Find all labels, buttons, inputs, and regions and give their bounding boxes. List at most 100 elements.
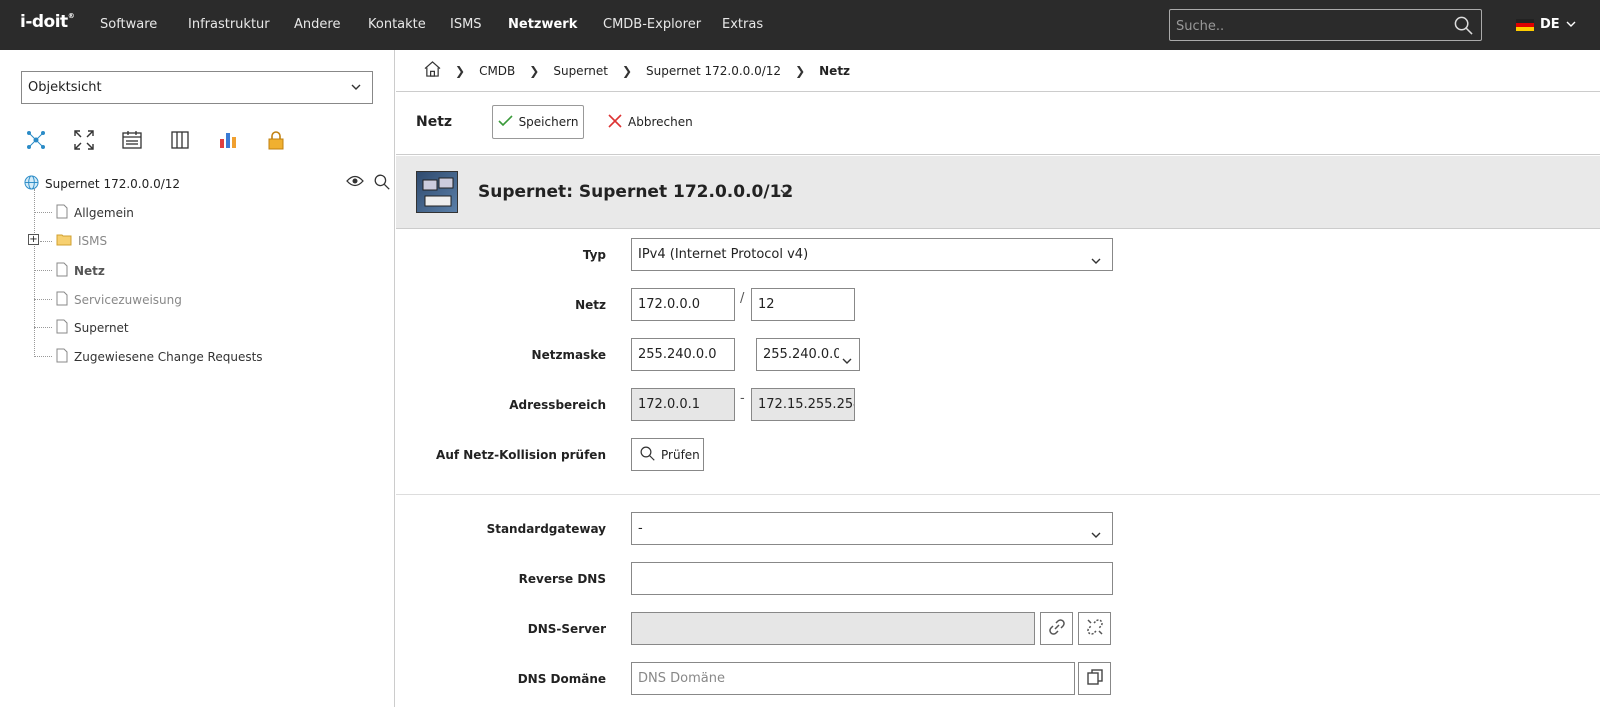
kollision-label: Auf Netz-Kollision prüfen — [436, 448, 606, 462]
tree-actions — [346, 174, 390, 194]
cancel-button[interactable]: Abbrechen — [608, 105, 693, 139]
netzmaske-select[interactable]: 255.240.0.0 — [756, 338, 860, 371]
search-input[interactable] — [1176, 16, 1446, 36]
adressbereich-label: Adressbereich — [509, 398, 606, 412]
section-divider — [396, 494, 1600, 495]
dns-domain-input[interactable]: DNS Domäne — [631, 662, 1075, 695]
netz-cidr-input[interactable]: 12 — [751, 288, 855, 321]
check-icon — [497, 114, 513, 130]
tree-guide — [34, 299, 52, 300]
nav-infrastruktur[interactable]: Infrastruktur — [188, 17, 270, 32]
document-icon — [56, 319, 68, 337]
view-select[interactable]: Objektsicht — [21, 71, 373, 104]
copy-button[interactable] — [1078, 662, 1111, 695]
tree-guide — [34, 270, 52, 271]
gateway-label: Standardgateway — [486, 522, 606, 536]
search-icon[interactable] — [374, 174, 390, 194]
netz-label: Netz — [575, 298, 606, 312]
language-selector[interactable]: DE — [1516, 17, 1576, 32]
netzmaske-label: Netzmaske — [531, 348, 606, 362]
top-navigation-bar: i-doit® Software Infrastruktur Andere Ko… — [0, 0, 1600, 50]
reverse-dns-label: Reverse DNS — [518, 572, 606, 586]
tree-guide — [34, 356, 52, 357]
object-header: Supernet: Supernet 172.0.0.0/12 — [396, 156, 1600, 229]
gateway-select[interactable]: - — [631, 512, 1113, 545]
language-code: DE — [1540, 17, 1560, 32]
expand-icon[interactable] — [74, 130, 96, 152]
dns-server-field — [631, 612, 1035, 645]
breadcrumb-cmdb[interactable]: CMDB — [479, 64, 515, 78]
check-collision-button[interactable]: Prüfen — [631, 438, 704, 471]
breadcrumb-object[interactable]: Supernet 172.0.0.0/12 — [646, 64, 781, 78]
tree-item-isms[interactable]: ISMS — [56, 233, 107, 249]
eye-icon[interactable] — [346, 174, 364, 194]
tree-item-allgemein[interactable]: Allgemein — [56, 204, 134, 222]
adressbereich-separator: - — [740, 391, 745, 406]
lock-icon[interactable] — [266, 130, 288, 152]
unlink-button[interactable] — [1078, 612, 1111, 645]
chevron-down-icon — [1090, 522, 1102, 544]
reverse-dns-input[interactable] — [631, 562, 1113, 595]
german-flag-icon — [1516, 18, 1534, 31]
tree-item-servicezuweisung[interactable]: Servicezuweisung — [56, 291, 182, 309]
tree-item-change-requests[interactable]: Zugewiesene Change Requests — [56, 348, 263, 366]
tree-guide — [34, 327, 52, 328]
nav-extras[interactable]: Extras — [722, 17, 763, 32]
tree-item-supernet[interactable]: Supernet — [56, 319, 129, 337]
i-doit-logo[interactable]: i-doit® — [20, 12, 75, 32]
breadcrumb-supernet[interactable]: Supernet — [553, 64, 608, 78]
chevron-right-icon: ❯ — [795, 63, 806, 78]
breadcrumb-current: Netz — [819, 63, 851, 78]
chevron-down-icon — [350, 81, 362, 97]
document-icon — [56, 348, 68, 366]
tree-root[interactable]: Supernet 172.0.0.0/12 — [24, 175, 180, 193]
nav-isms[interactable]: ISMS — [450, 17, 482, 32]
network-graph-icon[interactable] — [26, 130, 48, 152]
chevron-down-icon — [1566, 17, 1576, 32]
nav-netzwerk[interactable]: Netzwerk — [508, 17, 577, 32]
tree-root-label: Supernet 172.0.0.0/12 — [45, 177, 181, 191]
tree-guide — [40, 241, 52, 242]
tree-guide — [34, 189, 35, 355]
globe-icon — [24, 175, 39, 193]
typ-label: Typ — [582, 248, 606, 262]
close-icon — [608, 113, 622, 131]
calendar-icon[interactable] — [122, 130, 144, 152]
document-icon — [56, 204, 68, 222]
home-icon[interactable] — [424, 61, 441, 80]
folder-icon — [56, 233, 72, 249]
breadcrumb: ❯ CMDB ❯ Supernet ❯ Supernet 172.0.0.0/1… — [396, 50, 1600, 92]
netzmaske-input[interactable]: 255.240.0.0 — [631, 338, 735, 371]
left-sidebar: Objektsicht Supernet 172.0.0.0/12 Allgem… — [0, 50, 395, 707]
expand-toggle[interactable]: + — [28, 234, 39, 245]
nav-andere[interactable]: Andere — [294, 17, 340, 32]
netz-separator: / — [740, 291, 745, 306]
netz-address-input[interactable]: 172.0.0.0 — [631, 288, 735, 321]
chevron-down-icon — [839, 348, 853, 370]
unlink-icon — [1086, 618, 1104, 640]
chevron-down-icon[interactable] — [780, 186, 792, 201]
nav-software[interactable]: Software — [100, 17, 157, 32]
adressbereich-from: 172.0.0.1 — [631, 388, 735, 421]
tree-guide — [34, 212, 52, 213]
dns-server-label: DNS-Server — [527, 622, 606, 636]
chevron-right-icon: ❯ — [621, 63, 633, 78]
chevron-right-icon: ❯ — [455, 63, 466, 78]
main-content: ❯ CMDB ❯ Supernet ❯ Supernet 172.0.0.0/1… — [396, 50, 1600, 707]
dns-domain-label: DNS Domäne — [517, 672, 606, 686]
search-icon — [640, 446, 655, 464]
nav-kontakte[interactable]: Kontakte — [368, 17, 426, 32]
bar-chart-icon[interactable] — [218, 130, 240, 152]
search-icon[interactable] — [1454, 16, 1473, 39]
copy-icon — [1086, 668, 1103, 689]
chevron-right-icon: ❯ — [529, 63, 540, 78]
nav-cmdb-explorer[interactable]: CMDB-Explorer — [603, 17, 701, 32]
typ-select[interactable]: IPv4 (Internet Protocol v4) — [631, 238, 1113, 271]
link-button[interactable] — [1040, 612, 1073, 645]
book-icon[interactable] — [170, 130, 192, 152]
category-toolbar: Netz Speichern Abbrechen — [396, 92, 1600, 155]
tree-item-netz[interactable]: Netz — [56, 262, 105, 280]
document-icon — [56, 291, 68, 309]
save-button[interactable]: Speichern — [492, 105, 584, 139]
adressbereich-to: 172.15.255.254 — [751, 388, 855, 421]
